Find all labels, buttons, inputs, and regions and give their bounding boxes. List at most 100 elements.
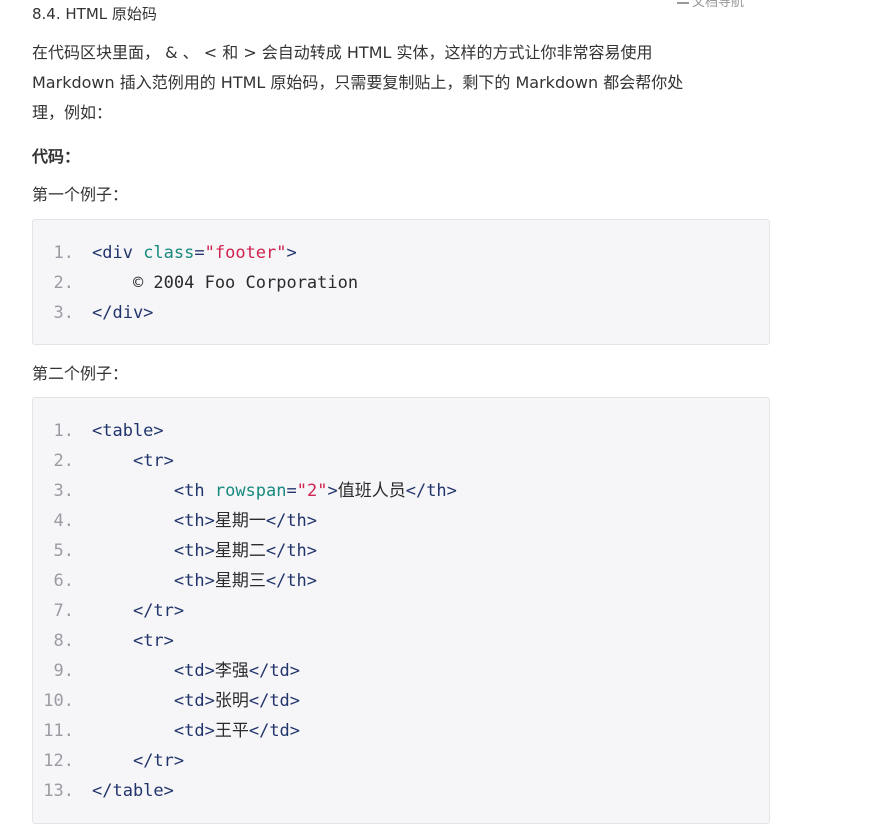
code-token: <td> xyxy=(173,721,215,741)
code-token: </th> xyxy=(265,541,318,561)
code-token: 王平 xyxy=(214,721,249,741)
code-token: <th> xyxy=(173,541,215,561)
code-token: 星期三 xyxy=(214,571,266,591)
code-text: <td>张明</td> xyxy=(92,686,300,716)
code-label: 代码： xyxy=(32,147,81,166)
code-token: </div> xyxy=(92,303,154,323)
code-line: 7. </tr> xyxy=(33,596,769,626)
code-line: 1. <div class="footer"> xyxy=(33,238,769,268)
code-line: 11. <td>王平</td> xyxy=(33,716,769,746)
line-number: 3. xyxy=(53,303,74,323)
line-number: 2. xyxy=(53,451,74,471)
code-line: 2. © 2004 Foo Corporation xyxy=(33,268,769,298)
code-token: <div xyxy=(92,243,144,263)
section-heading: 8.4. HTML 原始码 xyxy=(32,5,157,23)
code-token: </td> xyxy=(248,721,301,741)
code-line: 1. <table> xyxy=(33,416,769,446)
line-number: 2. xyxy=(53,273,74,293)
code-line: 3. </div> xyxy=(33,298,769,328)
doc-nav-link[interactable]: 文档导航 xyxy=(677,0,744,10)
code-token: 星期二 xyxy=(214,541,266,561)
code-text: </table> xyxy=(92,776,174,806)
code-text: </tr> xyxy=(92,596,184,626)
code-token: </tr> xyxy=(132,751,185,771)
code-token: = xyxy=(194,243,205,263)
code-token: <th xyxy=(173,481,215,501)
line-number: 3. xyxy=(53,481,74,501)
line-number: 13. xyxy=(43,781,74,801)
line-number: 8. xyxy=(53,631,74,651)
code-token: = xyxy=(286,481,297,501)
code-token: © 2004 Foo Corporation xyxy=(92,273,359,293)
code-text: <td>李强</td> xyxy=(92,656,300,686)
intro-line-3: 理，例如： xyxy=(32,103,113,122)
code-token: </th> xyxy=(265,511,318,531)
code-token: <tr> xyxy=(132,451,174,471)
code-token: <td> xyxy=(173,691,215,711)
code-token: </th> xyxy=(265,571,318,591)
code-line: 12. </tr> xyxy=(33,746,769,776)
line-number: 1. xyxy=(53,421,74,441)
code-line: 2. <tr> xyxy=(33,446,769,476)
code-block-example-1: 1. <div class="footer"> 2. © 2004 Foo Corp… xyxy=(32,219,770,345)
code-text: </div> xyxy=(92,298,153,328)
code-token: </th> xyxy=(405,481,457,501)
code-token: </td> xyxy=(248,661,301,681)
code-line: 3. <th rowspan="2">值班人员</th> xyxy=(33,476,769,506)
code-text: <tr> xyxy=(92,446,174,476)
code-token: <th> xyxy=(173,511,215,531)
code-token: rowspan xyxy=(214,481,287,501)
code-text: <table> xyxy=(92,416,164,446)
line-number: 1. xyxy=(53,243,74,263)
line-number: 11. xyxy=(43,721,74,741)
line-number: 7. xyxy=(53,601,74,621)
code-text: <td>王平</td> xyxy=(92,716,300,746)
code-token: 星期一 xyxy=(214,511,266,531)
code-text: <th>星期一</th> xyxy=(92,506,317,536)
line-number: 10. xyxy=(43,691,74,711)
code-token: > xyxy=(327,481,338,501)
code-line: 9. <td>李强</td> xyxy=(33,656,769,686)
example-1-label: 第一个例子： xyxy=(32,185,129,204)
code-text: <div class="footer"> xyxy=(92,238,297,268)
code-line: 6. <th>星期三</th> xyxy=(33,566,769,596)
code-token: <table> xyxy=(92,421,164,441)
code-token: <tr> xyxy=(132,631,174,651)
intro-line-2: Markdown 插入范例用的 HTML 原始码，只需要复制贴上，剩下的 Mar… xyxy=(32,73,684,92)
code-token: <td> xyxy=(173,661,215,681)
code-token: "2" xyxy=(296,481,328,501)
code-line: 8. <tr> xyxy=(33,626,769,656)
code-line: 4. <th>星期一</th> xyxy=(33,506,769,536)
line-number: 4. xyxy=(53,511,74,531)
intro-line-1: 在代码区块里面， & 、 < 和 > 会自动转成 HTML 实体，这样的方式让你… xyxy=(32,43,653,62)
line-number: 5. xyxy=(53,541,74,561)
code-line: 13. </table> xyxy=(33,776,769,806)
code-token: 李强 xyxy=(214,661,249,681)
code-token: </td> xyxy=(248,691,301,711)
code-token: class xyxy=(143,243,195,263)
code-block-example-2: 1. <table> 2. <tr> 3. <th rowspan="2">值班人员<… xyxy=(32,397,770,824)
line-number: 9. xyxy=(53,661,74,681)
code-token: 值班人员 xyxy=(337,481,406,501)
doc-nav-label: 文档导航 xyxy=(692,0,745,10)
code-token: <th> xyxy=(173,571,215,591)
intro-paragraph: 在代码区块里面， & 、 < 和 > 会自动转成 HTML 实体，这样的方式让你… xyxy=(32,38,772,128)
code-token: > xyxy=(286,243,297,263)
code-text: <tr> xyxy=(92,626,174,656)
code-line: 5. <th>星期二</th> xyxy=(33,536,769,566)
line-number: 6. xyxy=(53,571,74,591)
code-text: </tr> xyxy=(92,746,184,776)
code-text: <th>星期三</th> xyxy=(92,566,317,596)
code-token: </table> xyxy=(92,781,174,801)
